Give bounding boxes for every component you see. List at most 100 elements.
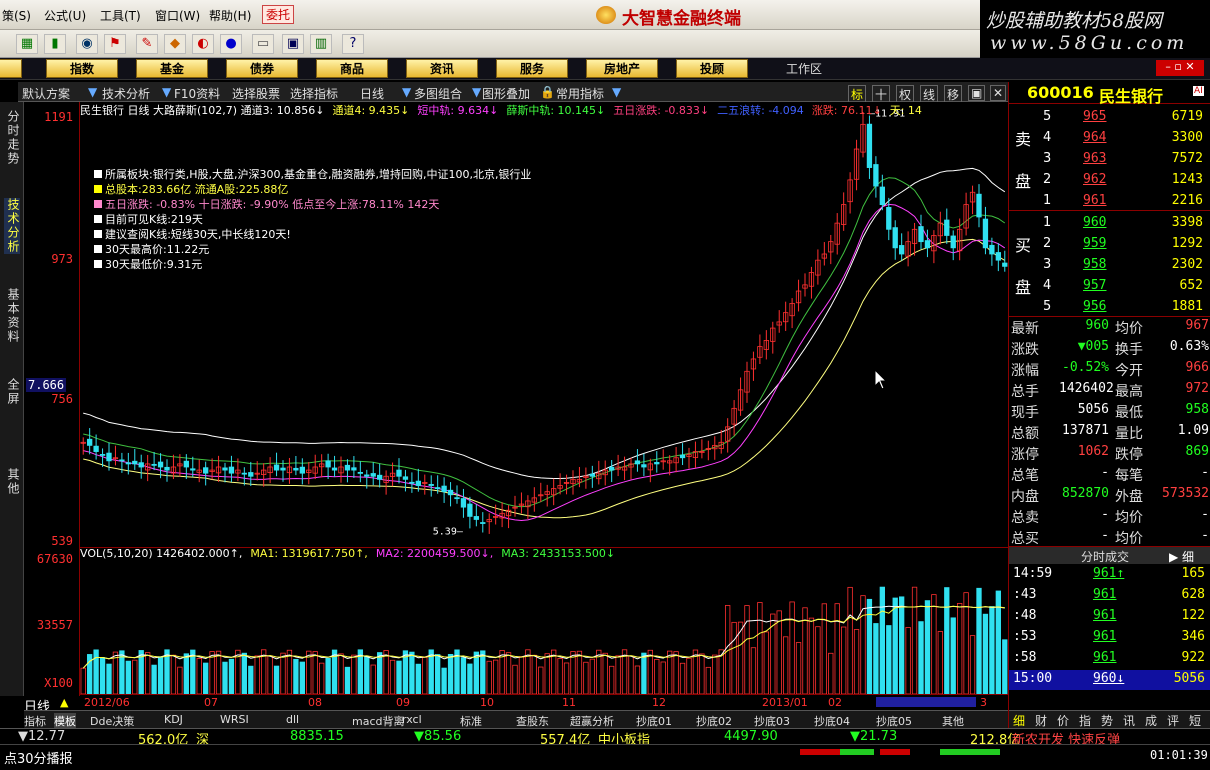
eye-icon[interactable]: ◐: [192, 34, 214, 54]
help-icon[interactable]: ?: [342, 34, 364, 54]
indicator-tab[interactable]: 抄底05: [876, 713, 912, 729]
app-logo: [596, 6, 616, 24]
volume-chart[interactable]: [80, 549, 1008, 695]
indicator-tab[interactable]: 抄底04: [814, 713, 850, 729]
indicator-tab[interactable]: 抄底03: [754, 713, 790, 729]
indicator-tab[interactable]: 指标: [24, 713, 46, 729]
book-price[interactable]: 964: [1083, 130, 1106, 145]
book-price[interactable]: 963: [1083, 151, 1106, 166]
stat-label: 现手: [1011, 405, 1039, 421]
tick-price: 960↓: [1093, 671, 1125, 686]
flag-icon[interactable]: ⚑: [104, 34, 126, 54]
stats-table: 最新 960 均价 967 涨跌 ▼005 换手 0.63% 涨幅 -0.52% 今开 966 总手 14…: [1009, 318, 1210, 548]
book-price[interactable]: 960: [1083, 215, 1106, 230]
indicator-tab[interactable]: dll: [286, 713, 299, 726]
menu-formula[interactable]: 公式(U): [44, 7, 86, 24]
tech-analysis-dropdown[interactable]: 技术分析: [102, 85, 150, 102]
quote-tab[interactable]: 讯: [1123, 712, 1135, 729]
indicator-tab[interactable]: Dde决策: [90, 713, 134, 729]
nav-bond[interactable]: 债券: [226, 59, 298, 78]
quote-tab[interactable]: 势: [1101, 712, 1113, 729]
indicator-value: 五日涨跌: -0.833↓: [613, 104, 710, 117]
close-icon[interactable]: ✕: [990, 85, 1007, 101]
indicator-tab[interactable]: 其他: [942, 713, 964, 729]
common-indicator-dropdown[interactable]: 常用指标: [556, 85, 604, 102]
indicator-tab[interactable]: WRSI: [220, 713, 249, 726]
indicator-tab[interactable]: 标准: [460, 713, 482, 729]
ticks-detail-button[interactable]: ▶ 细: [1169, 548, 1194, 565]
indicator-tab[interactable]: 查股东: [516, 713, 549, 729]
book-price[interactable]: 965: [1083, 109, 1106, 124]
indicator-tab[interactable]: KDJ: [164, 713, 183, 726]
nav-fund[interactable]: 基金: [136, 59, 208, 78]
indicator-tab[interactable]: 抄底02: [696, 713, 732, 729]
note-icon[interactable]: ✎: [136, 34, 158, 54]
chevron-down-icon: ▼: [472, 85, 482, 99]
book-price[interactable]: 956: [1083, 299, 1106, 314]
layout-icon[interactable]: ▦: [16, 34, 38, 54]
quote-tab[interactable]: 财: [1035, 712, 1047, 729]
workspace-label[interactable]: 工作区: [786, 60, 822, 77]
book-price[interactable]: 961: [1083, 193, 1106, 208]
quote-tab[interactable]: 价: [1057, 712, 1069, 729]
bar-icon[interactable]: ▮: [44, 34, 66, 54]
candle-body: [325, 460, 331, 468]
quote-tab[interactable]: 细: [1013, 712, 1025, 729]
overlay-dropdown[interactable]: 图形叠加: [482, 85, 530, 102]
book-price[interactable]: 962: [1083, 172, 1106, 187]
status-text: 点30分播报: [4, 752, 73, 767]
book-price[interactable]: 957: [1083, 278, 1106, 293]
info-30d-high: 30天最高价:11.22元: [105, 243, 210, 256]
select-indicator-button[interactable]: 选择指标: [290, 85, 338, 102]
menu-window[interactable]: 窗口(W): [155, 7, 200, 24]
indicator-tab[interactable]: rxcl: [402, 713, 422, 726]
books-icon[interactable]: ▥: [310, 34, 332, 54]
stat-value: -: [1201, 465, 1209, 480]
select-stock-button[interactable]: 选择股票: [232, 85, 280, 102]
tab-fullscreen[interactable]: 全屏: [4, 378, 20, 406]
drop-icon[interactable]: ●: [220, 34, 242, 54]
binoculars-icon[interactable]: ◉: [76, 34, 98, 54]
window-icon[interactable]: ▣: [282, 34, 304, 54]
bullet-icon: [94, 200, 102, 208]
multi-chart-dropdown[interactable]: 多图组合: [414, 85, 462, 102]
tab-other[interactable]: 其他: [4, 468, 20, 496]
quote-tab[interactable]: 成: [1145, 712, 1157, 729]
scroll-range[interactable]: [876, 697, 976, 707]
tab-time-chart[interactable]: 分时走势: [4, 110, 20, 166]
scheme-dropdown[interactable]: 默认方案: [22, 85, 70, 102]
ticker-item: ▼85.56: [414, 729, 462, 744]
period-dropdown[interactable]: 日线: [360, 85, 384, 102]
ai-icon[interactable]: AI: [1193, 86, 1204, 96]
tab-fundamentals[interactable]: 基本资料: [4, 288, 20, 344]
window-controls[interactable]: – ▫ ✕: [1156, 60, 1204, 76]
menu-strategy[interactable]: 策(S): [2, 7, 31, 24]
volume-tick: 67630: [36, 552, 73, 566]
menu-tools[interactable]: 工具(T): [100, 7, 141, 24]
nav-commodity[interactable]: 商品: [316, 59, 388, 78]
info-30d-low: 30天最低价:9.31元: [105, 258, 203, 271]
bullet-icon: [94, 170, 102, 178]
window-icon[interactable]: ▣: [968, 85, 986, 101]
book-price[interactable]: 959: [1083, 236, 1106, 251]
book-price[interactable]: 958: [1083, 257, 1106, 272]
card-icon[interactable]: ▭: [252, 34, 274, 54]
indicator-tab[interactable]: 抄底01: [636, 713, 672, 729]
menu-order[interactable]: 委托: [262, 5, 295, 24]
menu-help[interactable]: 帮助(H): [209, 7, 251, 24]
indicator-tab[interactable]: macd背离: [352, 713, 405, 729]
diamond-icon[interactable]: ◆: [164, 34, 186, 54]
f10-button[interactable]: F10资料: [174, 85, 220, 102]
indicator-tab[interactable]: 超赢分析: [570, 713, 614, 729]
quote-tab[interactable]: 短: [1189, 712, 1201, 729]
nav-advisor[interactable]: 投顾: [676, 59, 748, 78]
indicator-tab[interactable]: 模板: [54, 713, 76, 729]
nav-realestate[interactable]: 房地产: [586, 59, 658, 78]
nav-service[interactable]: 服务: [496, 59, 568, 78]
tab-tech-analysis[interactable]: 技术分析: [4, 198, 20, 254]
quote-tab[interactable]: 指: [1079, 712, 1091, 729]
nav-news[interactable]: 资讯: [406, 59, 478, 78]
quote-tab[interactable]: 评: [1167, 712, 1179, 729]
nav-stock[interactable]: 股: [0, 59, 22, 78]
nav-index[interactable]: 指数: [46, 59, 118, 78]
